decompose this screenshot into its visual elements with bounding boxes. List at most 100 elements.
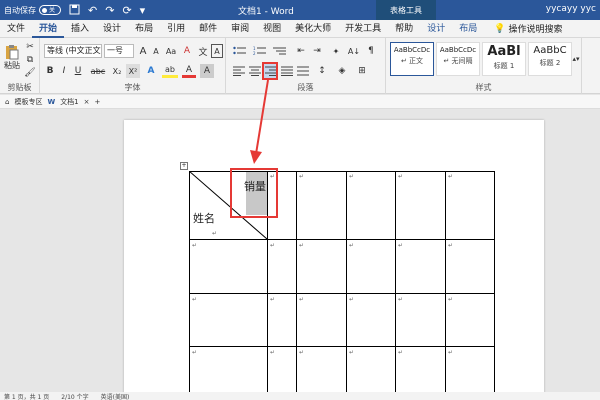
tab-view[interactable]: 视图 [256, 20, 288, 38]
refresh-icon[interactable]: ⟳ [122, 5, 131, 16]
cell-end-mark: ↵ [448, 242, 454, 249]
char-border-button[interactable]: A [211, 44, 223, 58]
page-count[interactable]: 第 1 页，共 1 页 [4, 392, 49, 400]
title-bar: 自动保存 关 ↶ ↷ ⟳ ▾ 文档1 - Word 表格工具 yycayy yy… [0, 0, 600, 20]
tab-mailings[interactable]: 邮件 [192, 20, 224, 38]
align-center-icon[interactable] [248, 64, 262, 78]
style-normal[interactable]: AaBbCcDc ↵ 正文 [390, 42, 434, 76]
font-group: 等线 (中文正文 一号 A A Aa A 文 A B I U abc X₂ X²… [40, 38, 226, 94]
italic-button[interactable]: I [58, 64, 70, 78]
autosave-toggle[interactable]: 关 [39, 5, 61, 15]
decrease-indent-icon[interactable]: ⇤ [294, 44, 308, 58]
cell-end-mark: ↵ [299, 296, 305, 303]
save-icon[interactable] [69, 4, 80, 17]
table-move-handle[interactable]: + [180, 162, 188, 170]
styles-label: 样式 [475, 83, 492, 92]
document-page[interactable]: + 销量 姓名 ↵ ↵ ↵ ↵ ↵ ↵ ↵ ↵ ↵ ↵ ↵ ↵ ↵ ↵ ↵ ↵ … [124, 120, 544, 392]
tab-beautify[interactable]: 美化大师 [288, 20, 338, 38]
show-marks-button[interactable]: ¶ [364, 44, 378, 58]
font-name-field[interactable]: 等线 (中文正文 [44, 44, 102, 58]
chinese-layout-icon[interactable]: ✦ [328, 44, 344, 58]
cell-end-mark: ↵ [212, 230, 218, 237]
cell-end-mark: ↵ [270, 242, 276, 249]
line-spacing-icon[interactable]: ↕ [314, 64, 330, 78]
cell-end-mark: ↵ [398, 296, 404, 303]
numbering-icon[interactable]: 12 [252, 44, 268, 58]
undo-icon[interactable]: ↶ [88, 5, 97, 16]
cell-end-mark: ↵ [349, 242, 355, 249]
change-case-button[interactable]: Aa [164, 44, 178, 58]
shrink-font-button[interactable]: A [150, 44, 162, 58]
subscript-button[interactable]: X₂ [110, 64, 124, 78]
doc-tab[interactable]: 文档1 [60, 97, 78, 107]
cut-icon[interactable]: ✂ [24, 41, 36, 53]
add-tab-button[interactable]: + [95, 98, 101, 106]
close-tab-icon[interactable]: × [84, 98, 90, 106]
increase-indent-icon[interactable]: ⇥ [310, 44, 324, 58]
tab-review[interactable]: 审阅 [224, 20, 256, 38]
status-bar: 第 1 页，共 1 页 2/10 个字 英语(美国) [0, 392, 600, 400]
cell-end-mark: ↵ [299, 173, 305, 180]
style-heading-2[interactable]: AaBbC 标题 2 [528, 42, 572, 76]
style-heading-1[interactable]: AaBl 标题 1 [482, 42, 526, 76]
svg-text:2: 2 [253, 51, 256, 56]
cell-end-mark: ↵ [299, 349, 305, 356]
bold-button[interactable]: B [44, 64, 56, 78]
tab-table-layout[interactable]: 布局 [452, 20, 484, 38]
highlight-button[interactable]: ab [162, 64, 178, 78]
tab-insert[interactable]: 插入 [64, 20, 96, 38]
strikethrough-button[interactable]: abc [88, 64, 108, 78]
paste-icon [6, 44, 19, 59]
template-tab[interactable]: 模板专区 [14, 97, 42, 107]
clear-format-button[interactable]: A [180, 44, 194, 58]
cell-end-mark: ↵ [299, 242, 305, 249]
style-no-spacing[interactable]: AaBbCcDc ↵ 无间隔 [436, 42, 480, 76]
word-count[interactable]: 2/10 个字 [61, 392, 88, 400]
user-name[interactable]: yycayy yyc [546, 4, 596, 14]
char-shading-button[interactable]: A [200, 64, 214, 78]
cell-end-mark: ↵ [349, 173, 355, 180]
ribbon-tabs: 文件 开始 插入 设计 布局 引用 邮件 审阅 视图 美化大师 开发工具 帮助 … [0, 20, 600, 38]
cell-end-mark: ↵ [398, 242, 404, 249]
paste-label: 粘贴 [4, 60, 20, 70]
format-painter-icon[interactable]: 🖌 [24, 67, 36, 79]
styles-more-icon[interactable]: ▴▾ [572, 42, 580, 76]
tell-me-search[interactable]: 💡 操作说明搜索 [494, 22, 562, 36]
copy-icon[interactable]: ⧉ [24, 54, 36, 66]
language-status[interactable]: 英语(美国) [101, 392, 130, 400]
home-icon[interactable]: ⌂ [5, 98, 9, 106]
ribbon-home: 粘贴 ✂ ⧉ 🖌 剪贴板 等线 (中文正文 一号 A A Aa A 文 A B … [0, 38, 600, 94]
distributed-icon[interactable] [296, 64, 310, 78]
tab-references[interactable]: 引用 [160, 20, 192, 38]
shading-icon[interactable]: ◈ [334, 64, 350, 78]
table-border [189, 346, 494, 347]
align-left-icon[interactable] [232, 64, 246, 78]
cell-end-mark: ↵ [192, 296, 198, 303]
tab-design[interactable]: 设计 [96, 20, 128, 38]
tab-home[interactable]: 开始 [32, 20, 65, 38]
header-name-text[interactable]: 姓名 [193, 210, 215, 226]
underline-button[interactable]: U [72, 64, 84, 78]
superscript-button[interactable]: X² [126, 64, 140, 78]
style-normal-sample: AaBbCcDc [393, 46, 431, 54]
tab-layout[interactable]: 布局 [128, 20, 160, 38]
multilevel-list-icon[interactable] [272, 44, 288, 58]
tab-developer[interactable]: 开发工具 [338, 20, 388, 38]
redo-icon[interactable]: ↷ [105, 5, 114, 16]
styles-group: AaBbCcDc ↵ 正文 AaBbCcDc ↵ 无间隔 AaBl 标题 1 A… [386, 38, 582, 94]
paste-button[interactable]: 粘贴 [2, 42, 22, 72]
font-size-field[interactable]: 一号 [104, 44, 134, 58]
font-color-button[interactable]: A [182, 64, 196, 78]
text-effects-button[interactable]: A [144, 64, 158, 78]
tab-table-design[interactable]: 设计 [420, 20, 452, 38]
sort-button[interactable]: A↓ [346, 44, 362, 58]
grow-font-button[interactable]: A [137, 44, 149, 58]
bullets-icon[interactable] [232, 44, 248, 58]
pinyin-button[interactable]: 文 [196, 44, 210, 58]
justify-icon[interactable] [280, 64, 294, 78]
borders-icon[interactable]: ⊞ [354, 64, 370, 78]
quick-access-toolbar: ↶ ↷ ⟳ ▾ [69, 4, 145, 17]
customize-icon[interactable]: ▾ [140, 5, 146, 16]
tab-help[interactable]: 帮助 [388, 20, 420, 38]
tab-file[interactable]: 文件 [0, 20, 32, 38]
